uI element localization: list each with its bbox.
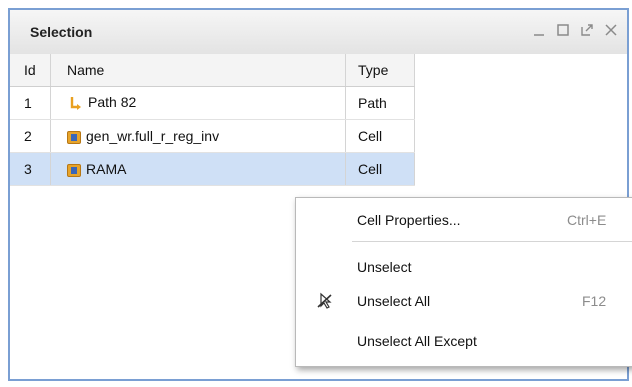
- row-id: 2: [10, 119, 51, 153]
- row-name-cell: Path 82: [50, 86, 346, 120]
- row-type: Cell: [345, 119, 415, 153]
- path-icon: [70, 96, 81, 110]
- cell-icon: [67, 130, 81, 144]
- close-icon[interactable]: [601, 20, 621, 40]
- menu-item-shortcut: Ctrl+E: [567, 212, 607, 228]
- row-name-cell: gen_wr.full_r_reg_inv: [50, 119, 346, 153]
- menu-item-cell-properties[interactable]: Cell Properties... Ctrl+E: [296, 204, 632, 236]
- row-type: Path: [345, 86, 415, 120]
- panel-titlebar: Selection: [10, 10, 627, 55]
- unselect-all-icon: [317, 292, 332, 309]
- column-header-id[interactable]: Id: [10, 54, 51, 87]
- context-menu: Cell Properties... Ctrl+E Unselect Unsel…: [295, 197, 632, 367]
- menu-item-label: Unselect All Except: [357, 333, 477, 349]
- table-row[interactable]: 1 Path 82 Path: [10, 86, 415, 120]
- row-id: 3: [10, 152, 51, 186]
- menu-item-label: Cell Properties...: [357, 212, 461, 228]
- table-row[interactable]: 2 gen_wr.full_r_reg_inv Cell: [10, 119, 415, 153]
- row-type: Cell: [345, 152, 415, 186]
- row-name: RAMA: [86, 161, 127, 177]
- panel-title: Selection: [30, 24, 93, 40]
- window-buttons: [529, 20, 621, 40]
- menu-item-unselect[interactable]: Unselect: [296, 251, 632, 283]
- menu-item-unselect-all-except[interactable]: Unselect All Except: [296, 325, 632, 357]
- minimize-icon[interactable]: [529, 20, 549, 40]
- selection-table: Id Name Type 1 Path 82 Path 2 gen_wr.ful…: [10, 54, 415, 186]
- float-icon[interactable]: [577, 20, 597, 40]
- menu-item-label: Unselect: [357, 259, 412, 275]
- table-row-selected[interactable]: 3 RAMA Cell: [10, 152, 415, 186]
- row-name: Path 82: [88, 94, 137, 111]
- menu-separator: [352, 241, 632, 242]
- menu-item-shortcut: F12: [582, 293, 607, 309]
- row-name: gen_wr.full_r_reg_inv: [86, 128, 220, 144]
- column-header-type[interactable]: Type: [345, 54, 415, 87]
- maximize-icon[interactable]: [553, 20, 573, 40]
- cell-icon: [67, 163, 81, 177]
- column-header-name[interactable]: Name: [50, 54, 346, 87]
- menu-item-label: Unselect All: [357, 293, 431, 309]
- menu-item-unselect-all[interactable]: Unselect All F12: [296, 285, 632, 317]
- table-header-row: Id Name Type: [10, 54, 415, 87]
- row-id: 1: [10, 86, 51, 120]
- row-name-cell: RAMA: [50, 152, 346, 186]
